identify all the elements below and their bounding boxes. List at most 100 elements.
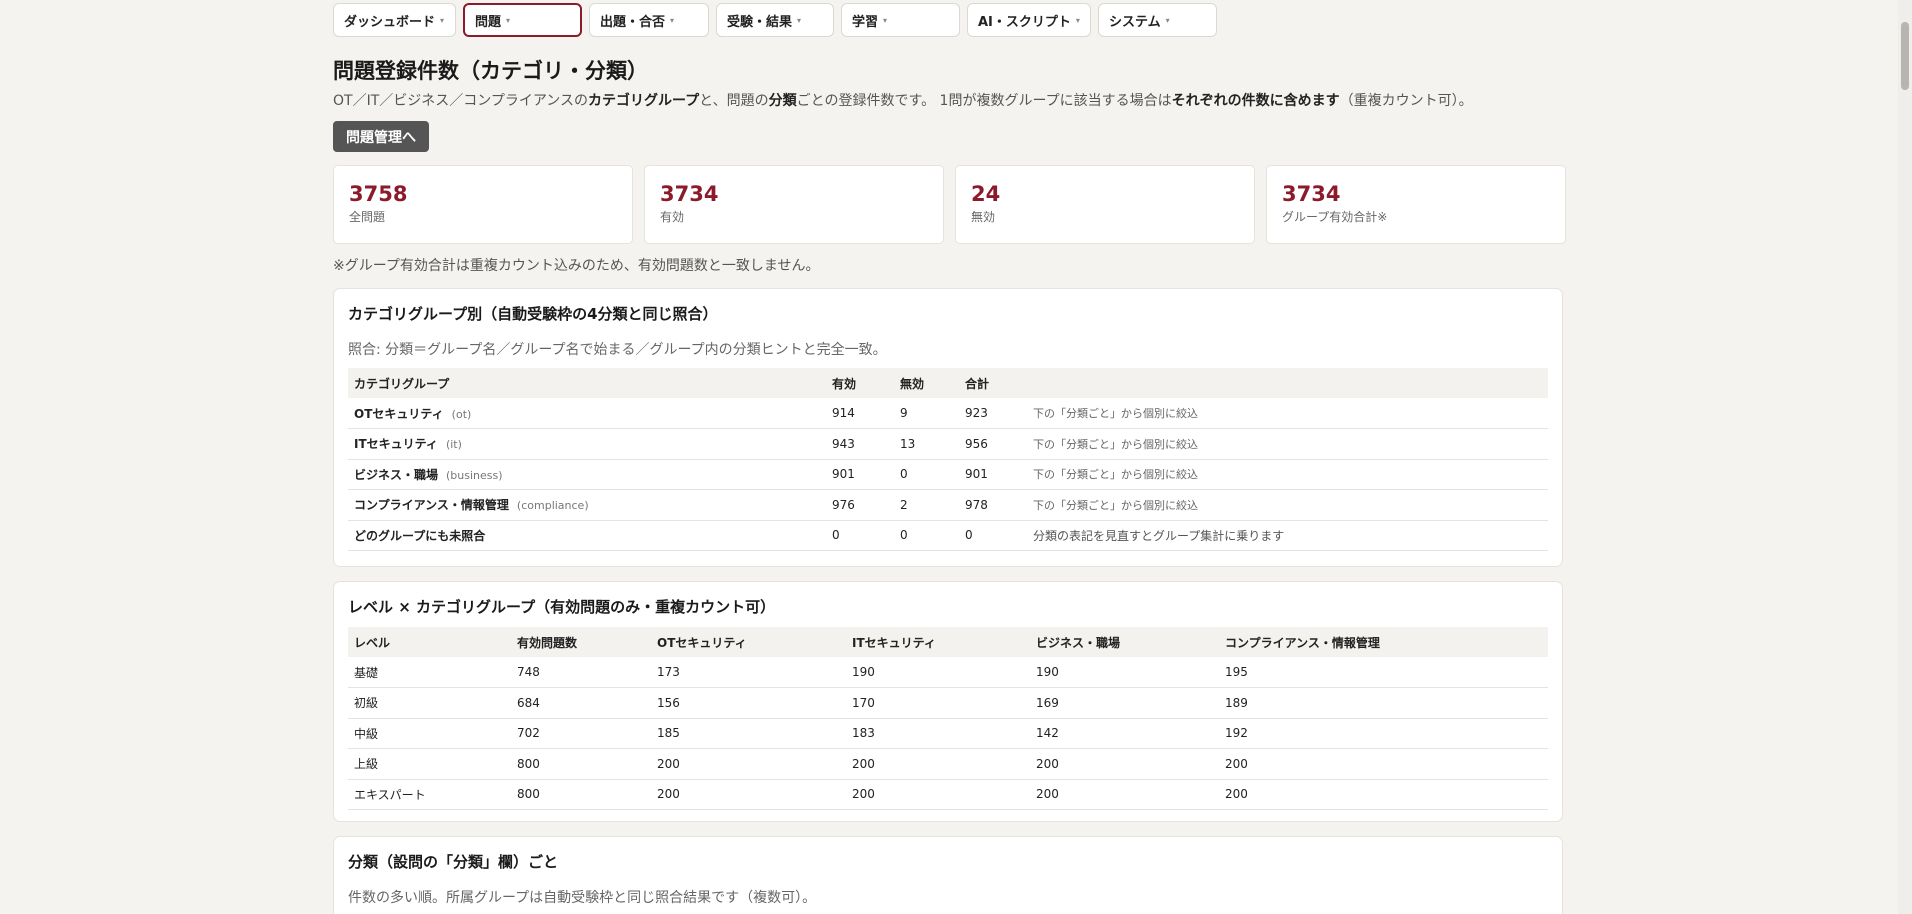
stat-card-active: 3734 有効 (644, 165, 944, 244)
group-code: (business) (446, 468, 503, 482)
page-title: 問題登録件数（カテゴリ・分類） (333, 59, 648, 83)
level-count: 185 (651, 718, 846, 749)
category-group-subtitle: 照合: 分類＝グループ名／グループ名で始まる／グループ内の分類ヒントと完全一致。 (348, 342, 887, 358)
table-row: 中級 702 185 183 142 192 (348, 718, 1548, 749)
group-name: ITセキュリティ (354, 437, 438, 452)
desc-text: OT／IT／ビジネス／コンプライアンスの (333, 93, 588, 109)
group-name: ビジネス・職場 (354, 467, 439, 482)
level-name: 初級 (348, 687, 511, 719)
nav-tab[interactable]: システム ▾ (1098, 3, 1217, 37)
category-subtitle: 件数の多い順。所属グループは自動受験枠と同じ照合結果です（複数可）。 (348, 890, 817, 906)
nav-tab[interactable]: 問題 ▾ (463, 3, 582, 37)
stat-label: 無効 (971, 210, 996, 224)
level-count: 200 (651, 779, 846, 810)
column-header: OTセキュリティ (651, 627, 846, 657)
table-header-row: カテゴリグループ 有効 無効 合計 (348, 368, 1548, 398)
column-header: 有効 (826, 368, 894, 398)
stat-label: グループ有効合計※ (1282, 210, 1388, 224)
category-group-table: カテゴリグループ 有効 無効 合計 OTセキュリティ (ot) 914 9 923 下の「… (348, 368, 1548, 551)
column-header: コンプライアンス・情報管理 (1219, 627, 1548, 657)
inactive-count: 0 (894, 520, 959, 551)
level-count: 183 (846, 718, 1030, 749)
group-code: (ot) (451, 407, 472, 421)
total-count: 923 (959, 398, 1027, 429)
group-name-cell: どのグループにも未照合 (348, 520, 826, 551)
desc-text: （重複カウント可）。 (1339, 93, 1473, 109)
nav-tab-label: 出題・合否 (600, 14, 666, 30)
active-count: 976 (826, 489, 894, 521)
stats-row: 3758 全問題 3734 有効 24 無効 3734 グループ有効合計※ (333, 165, 1566, 244)
question-management-button[interactable]: 問題管理へ (333, 121, 429, 152)
group-name: どのグループにも未照合 (354, 528, 486, 543)
category-card: 分類（設問の「分類」欄）ごと 件数の多い順。所属グループは自動受験枠と同じ照合結… (333, 836, 1563, 914)
desc-text: と、問題の (699, 93, 769, 109)
level-count: 173 (651, 657, 846, 688)
total-count: 978 (959, 489, 1027, 521)
table-row: 上級 800 200 200 200 200 (348, 748, 1548, 780)
column-header: 合計 (959, 368, 1027, 398)
level-name: エキスパート (348, 779, 511, 810)
level-name: 基礎 (348, 657, 511, 688)
level-count: 195 (1219, 657, 1548, 688)
nav-tab[interactable]: 出題・合否 ▾ (589, 3, 709, 37)
stat-card-group-total: 3734 グループ有効合計※ (1266, 165, 1566, 244)
level-count: 200 (651, 748, 846, 780)
nav-tab[interactable]: 受験・結果 ▾ (716, 3, 834, 37)
group-name: OTセキュリティ (354, 406, 444, 421)
level-count: 200 (1219, 748, 1548, 780)
chevron-down-icon: ▾ (1075, 15, 1080, 25)
desc-bold-count-rule: それぞれの件数に含めます (1171, 93, 1340, 109)
nav-tab[interactable]: ダッシュボード ▾ (333, 3, 456, 37)
level-name: 上級 (348, 748, 511, 780)
desc-bold-category: 分類 (768, 93, 797, 109)
nav-tab-label: 受験・結果 (727, 14, 793, 30)
level-count: 800 (511, 748, 651, 780)
stat-value: 3734 (1282, 182, 1341, 206)
table-row: ITセキュリティ (it) 943 13 956 下の「分類ごと」から個別に絞込 (348, 428, 1548, 460)
vertical-scrollbar[interactable] (1898, 0, 1912, 914)
scrollbar-thumb[interactable] (1901, 22, 1909, 90)
chevron-down-icon: ▾ (440, 15, 445, 25)
level-group-title: レベル × カテゴリグループ（有効問題のみ・重複カウント可） (348, 598, 776, 616)
group-row-note: 下の「分類ごと」から個別に絞込 (1027, 459, 1548, 490)
stat-label: 全問題 (349, 210, 386, 224)
active-count: 901 (826, 459, 894, 490)
level-count: 748 (511, 657, 651, 688)
column-header: ビジネス・職場 (1030, 627, 1219, 657)
category-group-title: カテゴリグループ別（自動受験枠の4分類と同じ照合） (348, 305, 718, 323)
level-count: 200 (1030, 779, 1219, 810)
total-count: 901 (959, 459, 1027, 490)
desc-text: ごとの登録件数です。 1問が複数グループに該当する場合は (796, 93, 1172, 109)
active-count: 914 (826, 398, 894, 429)
group-total-note: ※グループ有効合計は重複カウント込みのため、有効問題数と一致しません。 (333, 258, 820, 274)
level-count: 702 (511, 718, 651, 749)
group-name-cell: OTセキュリティ (ot) (348, 398, 826, 429)
active-count: 943 (826, 428, 894, 460)
category-title: 分類（設問の「分類」欄）ごと (348, 853, 559, 871)
level-group-card: レベル × カテゴリグループ（有効問題のみ・重複カウント可） レベル 有効問題数… (333, 581, 1563, 822)
nav-tab[interactable]: 学習 ▾ (841, 3, 960, 37)
level-count: 800 (511, 779, 651, 810)
total-count: 0 (959, 520, 1027, 551)
level-count: 200 (846, 779, 1030, 810)
total-count: 956 (959, 428, 1027, 460)
chevron-down-icon: ▾ (670, 15, 675, 25)
chevron-down-icon: ▾ (506, 15, 511, 25)
level-count: 142 (1030, 718, 1219, 749)
level-count: 200 (1219, 779, 1548, 810)
level-count: 189 (1219, 687, 1548, 719)
inactive-count: 9 (894, 398, 959, 429)
group-row-note: 下の「分類ごと」から個別に絞込 (1027, 489, 1548, 521)
inactive-count: 13 (894, 428, 959, 460)
group-row-note: 下の「分類ごと」から個別に絞込 (1027, 398, 1548, 429)
stat-value: 24 (971, 182, 1001, 206)
table-header-row: レベル 有効問題数 OTセキュリティ ITセキュリティ ビジネス・職場 コンプラ… (348, 627, 1548, 657)
nav-tab[interactable]: AI・スクリプト ▾ (967, 3, 1091, 37)
group-name-cell: ビジネス・職場 (business) (348, 459, 826, 490)
group-code: (it) (445, 438, 462, 452)
page: ダッシュボード ▾ 問題 ▾ 出題・合否 ▾ 受験・結果 ▾ 学習 ▾ AI・スクリプト ▾ システム ▾… (0, 0, 1912, 914)
level-group-table: レベル 有効問題数 OTセキュリティ ITセキュリティ ビジネス・職場 コンプラ… (348, 627, 1548, 810)
desc-bold-category-group: カテゴリグループ (588, 93, 700, 109)
column-header: ITセキュリティ (846, 627, 1030, 657)
level-count: 190 (846, 657, 1030, 688)
